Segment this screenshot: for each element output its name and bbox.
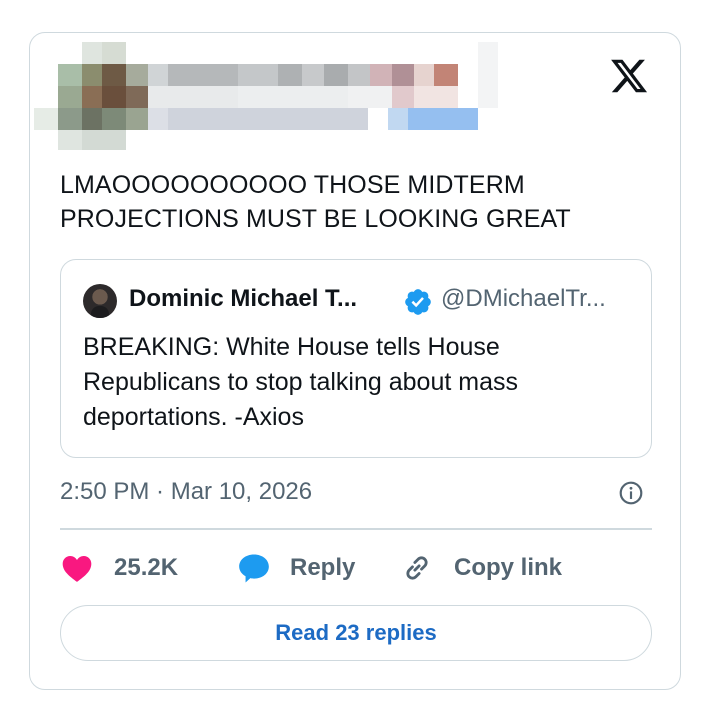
- like-count: 25.2K: [114, 554, 179, 581]
- reply-button[interactable]: Reply: [236, 548, 355, 588]
- copy-link-button[interactable]: Copy link: [400, 548, 562, 588]
- like-button[interactable]: 25.2K: [60, 548, 178, 588]
- quoted-author-name: Dominic Michael T...: [129, 285, 358, 312]
- copy-link-label: Copy link: [454, 554, 563, 581]
- speech-bubble-icon: [239, 554, 269, 583]
- link-icon: [406, 556, 428, 580]
- quoted-tweet[interactable]: Dominic Michael T... @DMichaelTr... BREA…: [60, 259, 652, 458]
- read-replies-button[interactable]: Read 23 replies: [60, 605, 652, 661]
- reply-label: Reply: [290, 554, 356, 581]
- divider: [60, 528, 652, 530]
- blurred-author-header: [34, 42, 504, 152]
- x-logo-icon[interactable]: [608, 56, 650, 96]
- quoted-tweet-text: BREAKING: White House tells House Republ…: [83, 333, 518, 431]
- info-icon[interactable]: [618, 480, 644, 506]
- quoted-author-handle: @DMichaelTr...: [441, 285, 606, 312]
- quoted-author-avatar: [83, 284, 117, 318]
- tweet-text: LMAOOOOOOOOOO THOSE MIDTERM PROJECTIONS …: [60, 171, 571, 233]
- tweet-timestamp[interactable]: 2:50 PM · Mar 10, 2026: [60, 478, 312, 506]
- verified-badge-icon: [405, 289, 431, 315]
- heart-icon: [62, 556, 92, 582]
